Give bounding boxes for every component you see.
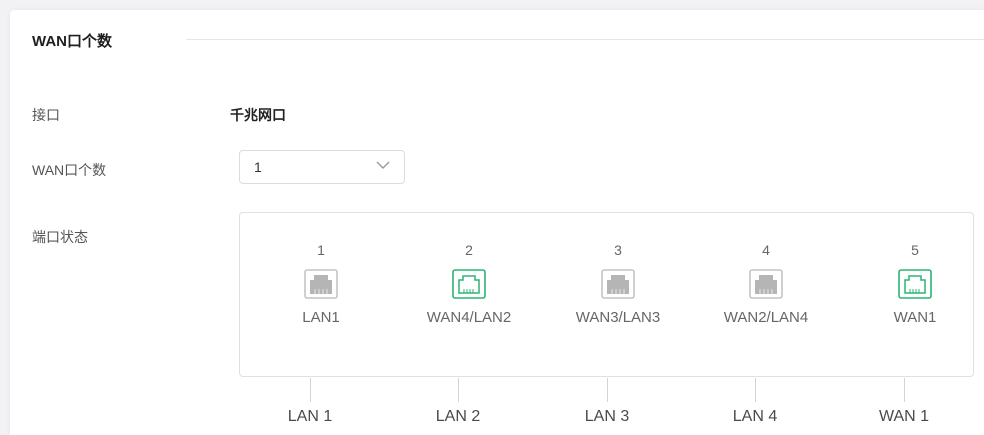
wan-count-label: WAN口个数 [32, 162, 107, 178]
port-connector-line [904, 378, 905, 402]
port-label: WAN2/LAN4 [723, 309, 809, 326]
port-label: WAN4/LAN2 [426, 309, 512, 326]
port-item: 5 WAN1 [840, 241, 984, 326]
port-connector-line [755, 378, 756, 402]
port-connector-line [458, 378, 459, 402]
port-label: WAN3/LAN3 [575, 309, 661, 326]
wan-settings-card: WAN口个数 接口 千兆网口 WAN口个数 1 端口状态 1 LAN1 2 WA… [10, 10, 984, 435]
port-number: 4 [762, 242, 770, 258]
port-label: LAN1 [302, 309, 340, 326]
port-connector-line [310, 378, 311, 402]
port-connector-line [607, 378, 608, 402]
port-status-panel: 1 LAN1 2 WAN4/LAN2 3 WAN3/LAN3 4 WAN2/LA… [239, 212, 974, 377]
port-status-label: 端口状态 [32, 229, 88, 245]
wan-count-select[interactable]: 1 [239, 150, 405, 184]
chevron-down-icon [376, 161, 390, 169]
interface-label: 接口 [32, 107, 60, 123]
wan-count-value: 1 [254, 159, 262, 175]
physical-port-label: WAN 1 [878, 408, 930, 425]
ethernet-port-icon [452, 269, 486, 299]
port-number: 5 [911, 242, 919, 258]
ethernet-port-icon [304, 269, 338, 299]
physical-port-label: LAN 2 [435, 408, 481, 425]
port-number: 3 [614, 242, 622, 258]
port-item: 4 WAN2/LAN4 [691, 241, 841, 326]
ethernet-port-icon [898, 269, 932, 299]
physical-port-label: LAN 3 [584, 408, 630, 425]
section-title: WAN口个数 [32, 33, 112, 50]
port-item: 3 WAN3/LAN3 [543, 241, 693, 326]
physical-port-label: LAN 4 [732, 408, 778, 425]
port-item: 1 LAN1 [246, 241, 396, 326]
port-label: WAN1 [893, 309, 937, 326]
interface-value: 千兆网口 [230, 107, 286, 123]
port-number: 2 [465, 242, 473, 258]
section-divider [186, 39, 984, 40]
ethernet-port-icon [749, 269, 783, 299]
port-number: 1 [317, 242, 325, 258]
ethernet-port-icon [601, 269, 635, 299]
port-item: 2 WAN4/LAN2 [394, 241, 544, 326]
physical-port-label: LAN 1 [287, 408, 333, 425]
